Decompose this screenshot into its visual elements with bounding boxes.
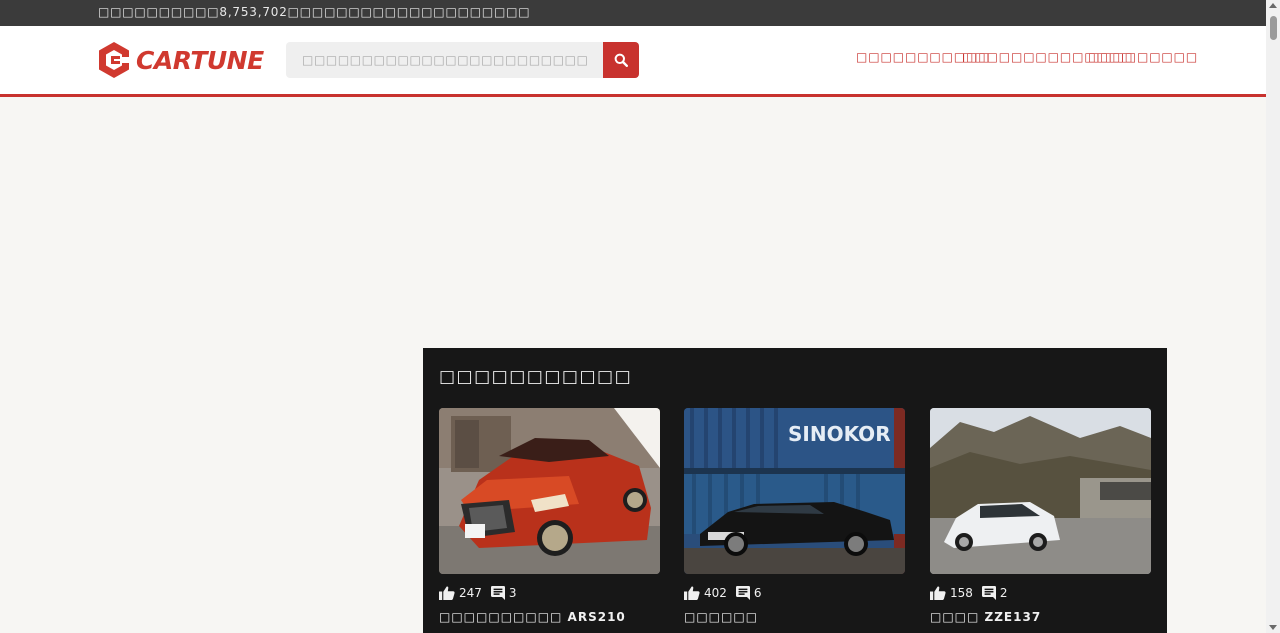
search-button[interactable] <box>603 42 639 78</box>
thumbs-up-icon <box>930 586 946 600</box>
search-icon <box>614 53 628 67</box>
post-card[interactable]: 247 3 □□□□□□□□□□ ARS210 <box>439 408 660 624</box>
site-stats-text: □□□□□□□□□□8,753,702□□□□□□□□□□□□□□□□□□□□ <box>98 5 531 19</box>
sidebar-area <box>98 348 398 633</box>
search-input[interactable] <box>286 42 603 78</box>
top-info-bar: □□□□□□□□□□8,753,702□□□□□□□□□□□□□□□□□□□□ <box>0 0 1266 26</box>
svg-text:SINOKOR: SINOKOR <box>788 422 891 446</box>
post-title[interactable]: □□□□□□□□□□ ARS210 <box>439 610 626 624</box>
logo-wordmark: CARTUNE <box>136 45 264 75</box>
post-stats: 158 2 <box>930 584 1017 602</box>
featured-posts-panel: □□□□□□□□□□□ 247 3 □□□□□□□□□□ ARS210 SINO… <box>423 348 1167 633</box>
page-scrollbar[interactable] <box>1266 0 1280 633</box>
scroll-up-arrow-icon[interactable] <box>1269 3 1277 8</box>
like-count[interactable]: 158 <box>930 586 973 600</box>
like-count[interactable]: 402 <box>684 586 727 600</box>
search-bar <box>286 42 639 78</box>
site-header: CARTUNE □□□□□□□□□□□ □□□□□□□□□□□□□ □ □□□□□… <box>0 26 1266 94</box>
post-stats: 247 3 <box>439 584 526 602</box>
comment-count[interactable]: 3 <box>490 586 517 600</box>
black-sedan-containers-photo[interactable]: SINOKOR <box>684 408 905 574</box>
post-title[interactable]: □□□□□□ <box>684 610 758 624</box>
post-card[interactable]: 158 2 □□□□ ZZE137 <box>930 408 1151 624</box>
white-hatchback-mountains-photo[interactable] <box>930 408 1151 574</box>
panel-title: □□□□□□□□□□□ <box>439 367 633 387</box>
post-stats: 402 6 <box>684 584 771 602</box>
red-sedan-photo[interactable] <box>439 408 660 574</box>
header-accent-line <box>0 94 1266 97</box>
nav-link-3[interactable]: □□□□□□□□□ <box>1088 50 1198 68</box>
comment-icon <box>981 586 996 600</box>
cartune-logo[interactable]: CARTUNE <box>98 42 264 78</box>
scrollbar-thumb[interactable] <box>1270 16 1277 40</box>
cartune-logo-icon <box>99 42 129 78</box>
like-count[interactable]: 247 <box>439 586 482 600</box>
thumbs-up-icon <box>684 586 700 600</box>
comment-icon <box>490 586 505 600</box>
post-title[interactable]: □□□□ ZZE137 <box>930 610 1041 624</box>
comment-count[interactable]: 6 <box>735 586 762 600</box>
scroll-down-arrow-icon[interactable] <box>1269 625 1277 630</box>
ad-banner-area <box>258 116 1018 326</box>
comment-count[interactable]: 2 <box>981 586 1008 600</box>
post-card[interactable]: SINOKOR 402 6 □□□□□□ <box>684 408 905 624</box>
comment-icon <box>735 586 750 600</box>
thumbs-up-icon <box>439 586 455 600</box>
